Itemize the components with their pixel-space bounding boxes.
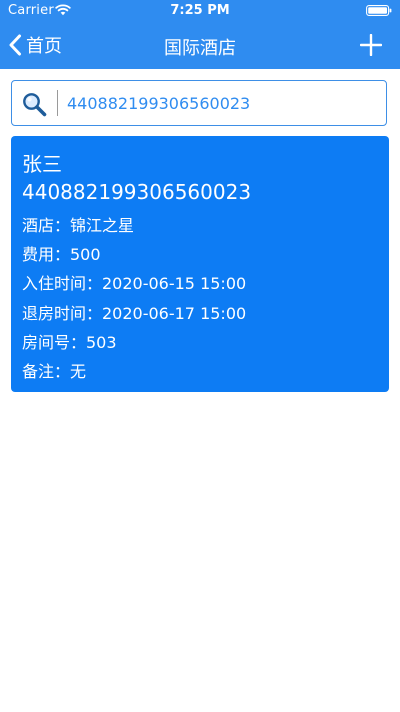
hotel-field: 酒店：锦江之星: [22, 216, 135, 235]
top-bar: Carrier 7:25 PM 首页 国际酒店: [0, 0, 400, 69]
search-input[interactable]: [67, 89, 372, 117]
status-bar: Carrier 7:25 PM: [0, 0, 400, 22]
search-divider: [57, 90, 58, 116]
plus-icon[interactable]: [360, 34, 382, 56]
status-time: 7:25 PM: [170, 3, 230, 18]
room-number-field: 房间号：503: [22, 333, 117, 352]
search-icon[interactable]: [21, 91, 47, 117]
guest-record-card[interactable]: 张三 440882199306560023 酒店：锦江之星 费用：500 入住时…: [11, 136, 389, 392]
guest-id-number: 440882199306560023: [22, 180, 252, 204]
search-bar: [11, 80, 387, 126]
page-title: 国际酒店: [164, 38, 236, 59]
cost-field: 费用：500: [22, 245, 101, 264]
guest-name: 张三: [22, 152, 62, 176]
screen: Carrier 7:25 PM 首页 国际酒店 4408821993065600…: [0, 0, 400, 712]
check-out-field: 退房时间：2020-06-17 15:00: [22, 304, 247, 323]
note-field: 备注：无: [22, 362, 87, 381]
navigation-bar: 首页 国际酒店: [0, 22, 400, 69]
battery-icon: [366, 5, 392, 16]
check-in-field: 入住时间：2020-06-15 15:00: [22, 274, 247, 293]
